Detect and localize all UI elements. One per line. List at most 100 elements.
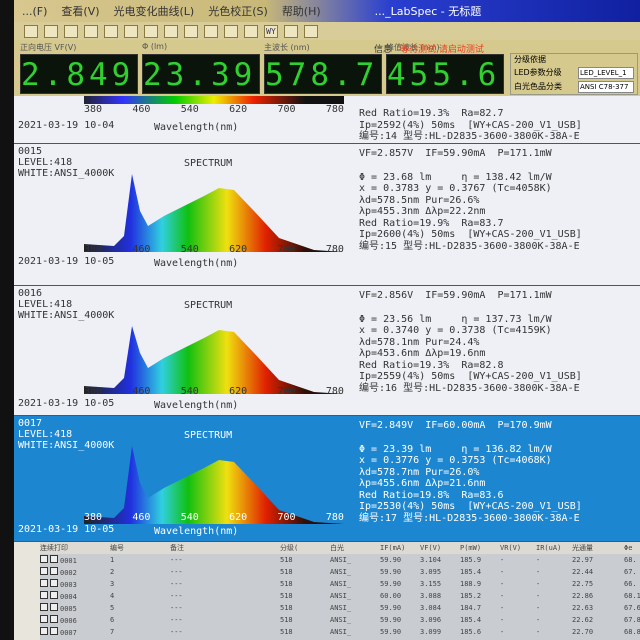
row-checkbox[interactable] <box>50 627 58 635</box>
wavelength-label: Wavelength(nm) <box>154 526 239 537</box>
bulb-icon[interactable] <box>284 24 298 38</box>
led-grade-select[interactable]: LED_LEVEL_1 <box>578 67 634 79</box>
row-checkbox[interactable] <box>40 579 48 587</box>
record-list[interactable]: 380 460 540 620 700 780 2021-03-19 10-04 Wave… <box>14 94 640 542</box>
column-header[interactable]: VF(V) <box>420 544 460 552</box>
img2-icon[interactable] <box>204 24 218 38</box>
menu-calibration[interactable]: 光色校正(S) <box>208 3 268 19</box>
red-ratio: Red Ratio=19.3% Ra=82.8 <box>359 359 504 371</box>
white-class-select[interactable]: ANSI C78-377 <box>578 81 634 93</box>
column-header[interactable]: IF(mA) <box>380 544 420 552</box>
table-row[interactable]: 0002 2 --- 518 ANSI_ 59.90 3.095 185.4 - - 22.44 67… <box>40 566 640 578</box>
column-header[interactable]: 连续打印 <box>40 543 110 553</box>
tick: 700 <box>277 244 296 255</box>
readout-label: Φ (lm) <box>142 42 168 51</box>
cell: 3.084 <box>420 604 442 612</box>
column-header[interactable]: 编号 <box>110 543 170 553</box>
chromaticity: x = 0.3783 y = 0.3767 (Tc=4058K) <box>359 183 552 194</box>
row-checkbox[interactable] <box>40 591 48 599</box>
row-checkbox[interactable] <box>50 567 58 575</box>
table-row[interactable]: 0006 6 --- 518 ANSI_ 59.90 3.096 185.4 - - 22.62 67… <box>40 614 640 626</box>
column-header[interactable]: 光通量 <box>572 543 624 553</box>
open-icon[interactable] <box>44 24 58 38</box>
WY-icon[interactable]: WY <box>264 24 278 38</box>
cell: - <box>536 592 541 600</box>
flux-efficacy: Φ = 23.56 lm η = 137.73 lm/W <box>359 313 552 325</box>
cell: 518 <box>280 580 293 588</box>
menu-help[interactable]: 帮助(H) <box>282 3 321 19</box>
cell: --- <box>170 580 183 588</box>
record-0015[interactable]: 0015 LEVEL:418 WHITE:ANSI_4000K SPECTRUM 3… <box>14 144 640 286</box>
info-icon[interactable] <box>304 24 318 38</box>
ip-line: Ip=2600(4%) 50ms [WY+CAS-200_V1_USB] <box>359 229 582 240</box>
chromaticity: x = 0.3776 y = 0.3753 (Tc=4068K) <box>359 455 552 466</box>
table-row[interactable]: 0004 4 --- 518 ANSI_ 60.00 3.088 185.2 - - 22.86 68… <box>40 590 640 602</box>
row-checkbox[interactable] <box>40 627 48 635</box>
cell: - <box>500 568 505 576</box>
column-header[interactable]: IR(uA) <box>536 544 572 552</box>
new-icon[interactable] <box>24 24 38 38</box>
column-header[interactable]: Φe <box>624 544 640 552</box>
img1-icon[interactable] <box>184 24 198 38</box>
cell: 0005 <box>60 605 77 613</box>
record-number: 0015 <box>18 146 43 157</box>
column-header[interactable]: 备注 <box>170 543 280 553</box>
record-0017[interactable]: 0017 LEVEL:418 WHITE:ANSI_4000K SPECTRUM 3… <box>14 416 640 542</box>
bar1-icon[interactable] <box>144 24 158 38</box>
row-checkbox[interactable] <box>50 555 58 563</box>
cell: - <box>500 604 505 612</box>
column-header[interactable]: 白光 <box>330 543 380 553</box>
save-icon[interactable] <box>64 24 78 38</box>
record-partial[interactable]: 380 460 540 620 700 780 2021-03-19 10-04 Wave… <box>14 92 640 144</box>
row-checkbox[interactable] <box>50 615 58 623</box>
menu-file[interactable]: ...(F) <box>22 5 47 18</box>
cell: --- <box>170 628 183 636</box>
row-checkbox[interactable] <box>50 579 58 587</box>
tick: 620 <box>229 244 248 255</box>
cell: 2 <box>110 568 115 576</box>
cell: 22.44 <box>572 568 594 576</box>
img3-icon[interactable] <box>244 24 258 38</box>
readout-flux: Φ (lm) 23.39 <box>142 42 260 94</box>
cell: 6 <box>110 616 115 624</box>
column-header[interactable]: VR(V) <box>500 544 536 552</box>
bar2-icon[interactable] <box>164 24 178 38</box>
spectrum-curve <box>84 174 344 252</box>
tick: 380 <box>84 244 103 255</box>
cell: 59.90 <box>380 628 402 636</box>
menu-view[interactable]: 查看(V) <box>61 3 99 19</box>
ip-line: Ip=2530(4%) 50ms [WY+CAS-200_V1_USB] <box>359 501 582 512</box>
record-date: 2021-03-19 10-04 <box>18 120 115 131</box>
x1-icon[interactable] <box>104 24 118 38</box>
cell: 518 <box>280 616 293 624</box>
table-row[interactable]: 0007 7 --- 518 ANSI_ 59.90 3.099 185.6 - - 22.70 68… <box>40 626 640 638</box>
cell: 66. <box>624 580 637 588</box>
cell: - <box>536 616 541 624</box>
cell: 518 <box>280 592 293 600</box>
row-checkbox[interactable] <box>50 603 58 611</box>
row-checkbox[interactable] <box>40 603 48 611</box>
row-checkbox[interactable] <box>50 591 58 599</box>
readout-dominant-wavelength: 主波长 (nm) 578.7 <box>264 42 382 94</box>
row-checkbox[interactable] <box>40 615 48 623</box>
column-header[interactable]: 分级( <box>280 543 330 553</box>
table-row[interactable]: 0005 5 --- 518 ANSI_ 59.90 3.084 184.7 - - 22.63 67… <box>40 602 640 614</box>
cell: - <box>536 604 541 612</box>
tick: 460 <box>132 104 151 115</box>
vf-if-p: VF=2.849V IF=60.00mA P=170.9mW <box>359 420 552 431</box>
tick: 380 <box>84 386 103 397</box>
menu-curve[interactable]: 光电变化曲线(L) <box>114 3 195 19</box>
tick: 620 <box>229 104 248 115</box>
record-0016[interactable]: 0016 LEVEL:418 WHITE:ANSI_4000K SPECTRUM 3… <box>14 286 640 416</box>
connect-icon[interactable] <box>84 24 98 38</box>
spectrum-plot <box>84 326 344 394</box>
color-icon[interactable] <box>124 24 138 38</box>
cell: 22.97 <box>572 556 594 564</box>
row-checkbox[interactable] <box>40 567 48 575</box>
table-row[interactable]: 0001 1 --- 518 ANSI_ 59.90 3.104 185.9 - - 22.97 68… <box>40 554 640 566</box>
readout-value: 2.849 <box>20 54 138 94</box>
row-checkbox[interactable] <box>40 555 48 563</box>
column-header[interactable]: P(mW) <box>460 544 500 552</box>
table-row[interactable]: 0003 3 --- 518 ANSI_ 59.90 3.155 188.9 - - 22.75 66… <box>40 578 640 590</box>
doc-icon[interactable] <box>224 24 238 38</box>
